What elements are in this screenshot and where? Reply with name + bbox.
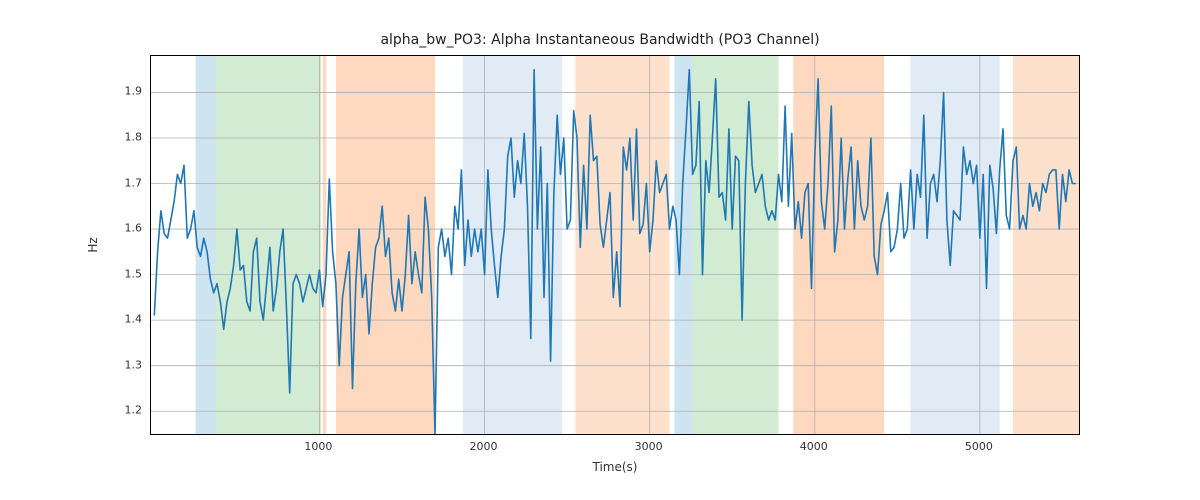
y-tick-label: 1.6	[125, 222, 143, 235]
x-tick-label: 4000	[800, 440, 828, 453]
x-tick-label: 5000	[965, 440, 993, 453]
background-region	[575, 56, 669, 434]
y-tick-label: 1.4	[125, 313, 143, 326]
y-tick-label: 1.9	[125, 85, 143, 98]
figure: alpha_bw_PO3: Alpha Instantaneous Bandwi…	[0, 0, 1200, 500]
x-tick-label: 1000	[304, 440, 332, 453]
background-region	[793, 56, 884, 434]
x-tick-label: 3000	[635, 440, 663, 453]
background-region	[215, 56, 321, 434]
y-axis-label: Hz	[86, 55, 100, 435]
y-tick-label: 1.3	[125, 358, 143, 371]
background-region	[463, 56, 562, 434]
y-tick-label: 1.2	[125, 404, 143, 417]
background-region	[323, 56, 327, 434]
y-tick-label: 1.8	[125, 130, 143, 143]
x-axis-label: Time(s)	[150, 460, 1080, 474]
x-tick-label: 2000	[470, 440, 498, 453]
y-tick-label: 1.5	[125, 267, 143, 280]
plot-axes	[150, 55, 1080, 435]
background-region	[1013, 56, 1079, 434]
y-tick-label: 1.7	[125, 176, 143, 189]
background-region	[693, 56, 779, 434]
chart-title: alpha_bw_PO3: Alpha Instantaneous Bandwi…	[0, 32, 1200, 48]
background-region	[911, 56, 1000, 434]
